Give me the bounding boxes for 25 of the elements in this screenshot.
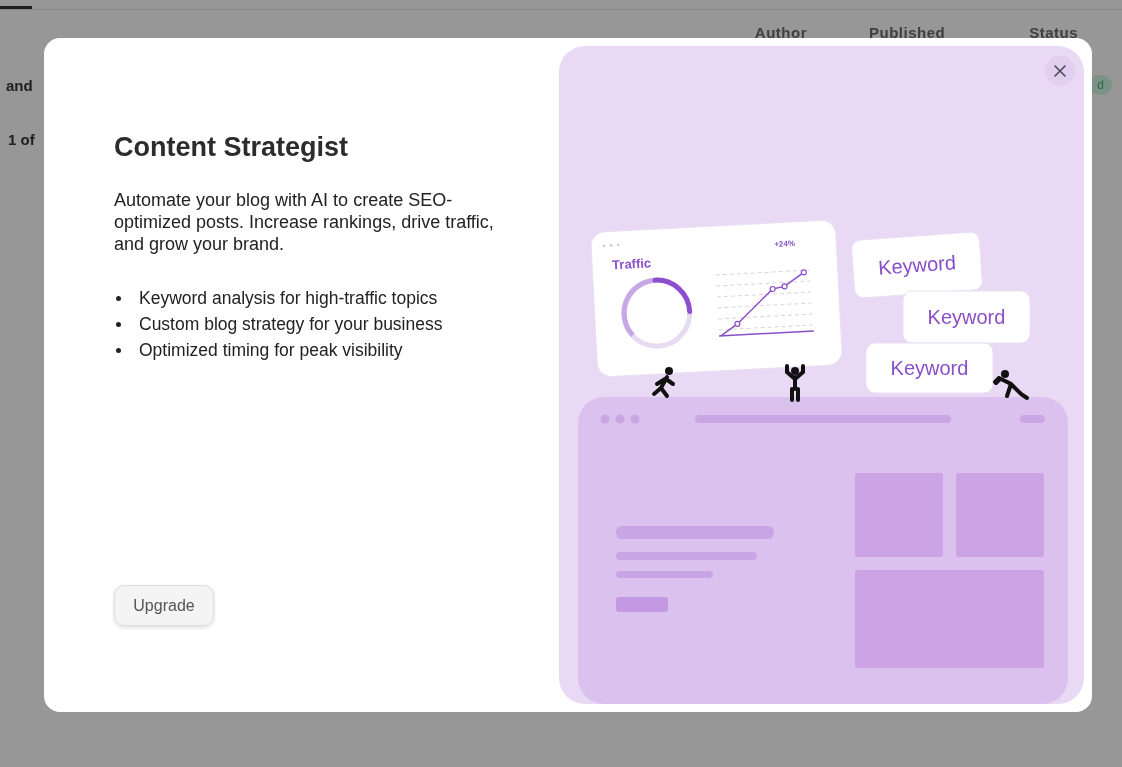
pagination-text: 1 of [8, 131, 35, 148]
donut-drawing [621, 277, 693, 349]
close-icon[interactable] [1045, 56, 1075, 86]
column-header: Published [868, 24, 946, 41]
lifting-figure [785, 364, 805, 402]
modal-title: Content Strategist [114, 132, 349, 163]
feature-text: Custom blog strategy for your business [139, 313, 443, 335]
modal-description: Automate your blog with AI to create SEO-optimized posts. Increase rankings, drive traffic, and grow your brand. [114, 189, 495, 255]
bullet-icon [116, 295, 121, 301]
row-title: and [6, 76, 33, 94]
bullet-icon [116, 347, 121, 353]
pushing-figure [993, 370, 1029, 400]
running-figure [652, 367, 675, 398]
column-header: Author [754, 24, 807, 41]
dots-icon [602, 243, 620, 248]
feature-text: Keyword analysis for high-traffic topics [139, 287, 438, 309]
column-header: Status [1029, 24, 1078, 41]
keyword-label: Keyword [890, 357, 969, 379]
feature-text: Optimized timing for peak visibility [139, 339, 403, 361]
bullet-icon [116, 321, 121, 327]
keyword-label: Keyword [927, 306, 1006, 328]
traffic-label: Traffic [611, 255, 652, 273]
change-label: +24% [774, 238, 796, 249]
upgrade-button[interactable]: Upgrade [114, 585, 214, 626]
keyword-label: Keyword [877, 251, 957, 279]
